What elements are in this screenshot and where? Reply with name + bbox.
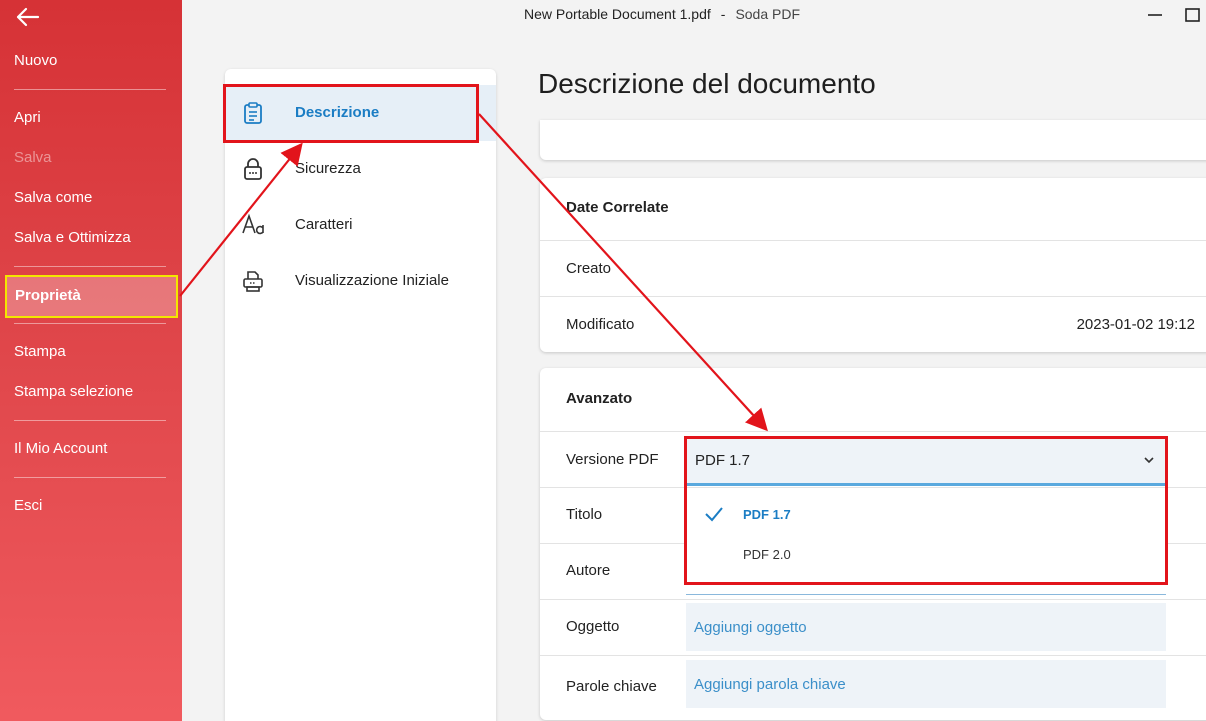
menu-item-properties[interactable]: Proprietà [5,275,178,318]
row-divider [540,296,1206,297]
menu-item-new[interactable]: Nuovo [14,52,57,69]
minimize-icon[interactable] [1146,6,1164,24]
related-dates-card: Date Correlate Creato Modificato 2023-01… [540,178,1206,352]
nav-item-description[interactable]: Descrizione [225,85,496,141]
document-name: New Portable Document 1.pdf [524,6,711,22]
file-menu-sidebar: Nuovo Apri Salva Salva come Salva e Otti… [0,0,182,721]
row-divider [540,240,1206,241]
menu-item-open[interactable]: Apri [14,109,41,126]
nav-item-initial-view[interactable]: Visualizzazione Iniziale [225,253,496,309]
title-bar: New Portable Document 1.pdf - Soda PDF [182,0,1206,30]
pdf-version-selected-value: PDF 1.7 [695,452,751,469]
menu-divider [14,89,166,90]
pdf-version-option-label: PDF 2.0 [743,547,791,562]
nav-item-security[interactable]: Sicurezza [225,141,496,197]
nav-item-label: Sicurezza [295,160,361,177]
menu-item-my-account[interactable]: Il Mio Account [14,440,107,457]
menu-item-save-optimize[interactable]: Salva e Ottimizza [14,229,131,246]
created-label: Creato [566,260,612,277]
keywords-field[interactable] [686,660,1166,708]
window-title: New Portable Document 1.pdf - Soda PDF [524,6,800,22]
app-name: Soda PDF [735,6,801,22]
page-title: Descrizione del documento [538,68,876,99]
subject-field[interactable] [686,603,1166,651]
row-divider [540,487,1206,488]
nav-item-label: Visualizzazione Iniziale [295,272,449,289]
menu-item-print-selection[interactable]: Stampa selezione [14,383,133,400]
maximize-icon[interactable] [1184,6,1202,24]
row-divider [540,655,1206,656]
menu-item-exit[interactable]: Esci [14,497,42,514]
check-icon [705,507,723,522]
nav-item-fonts[interactable]: Caratteri [225,197,496,253]
chevron-down-icon [1144,457,1154,464]
lock-icon [244,158,262,180]
pdf-version-option[interactable]: PDF 2.0 [686,535,1166,575]
menu-divider [14,266,166,267]
pdf-version-option[interactable]: PDF 1.7 [686,495,1166,535]
keywords-label: Parole chiave [566,678,657,695]
pdf-version-select[interactable]: PDF 1.7 [686,438,1166,486]
modified-value: 2023-01-02 19:12 [1076,316,1195,333]
menu-item-save: Salva [14,149,52,166]
menu-divider [14,477,166,478]
author-field-underline [686,594,1166,595]
pdf-version-option-label: PDF 1.7 [743,507,791,522]
nav-item-label: Descrizione [295,104,380,121]
pdf-version-dropdown: PDF 1.7 PDF 2.0 [686,489,1166,583]
description-card-bottom [540,120,1206,160]
keywords-input[interactable] [686,660,1166,708]
row-divider [540,431,1206,432]
menu-item-print[interactable]: Stampa [14,343,66,360]
title-separator: - [720,6,726,22]
menu-item-save-as[interactable]: Salva come [14,189,92,206]
nav-item-label: Caratteri [295,216,353,233]
pdf-version-label: Versione PDF [566,451,659,468]
subject-input[interactable] [686,603,1166,651]
menu-divider [14,323,166,324]
menu-divider [14,420,166,421]
clipboard-icon [244,102,262,124]
back-arrow-icon[interactable] [14,6,40,28]
section-heading: Avanzato [566,390,633,407]
row-divider [540,599,1206,600]
section-heading: Date Correlate [566,199,669,216]
menu-item-properties-label: Proprietà [15,287,81,304]
subject-label: Oggetto [566,618,620,635]
font-icon [242,213,264,235]
properties-nav-panel: Descrizione Sicurezza Caratteri Visualiz… [225,69,496,721]
modified-label: Modificato [566,316,635,333]
author-label: Autore [566,562,611,579]
title-label: Titolo [566,506,603,523]
printer-icon [243,271,263,292]
